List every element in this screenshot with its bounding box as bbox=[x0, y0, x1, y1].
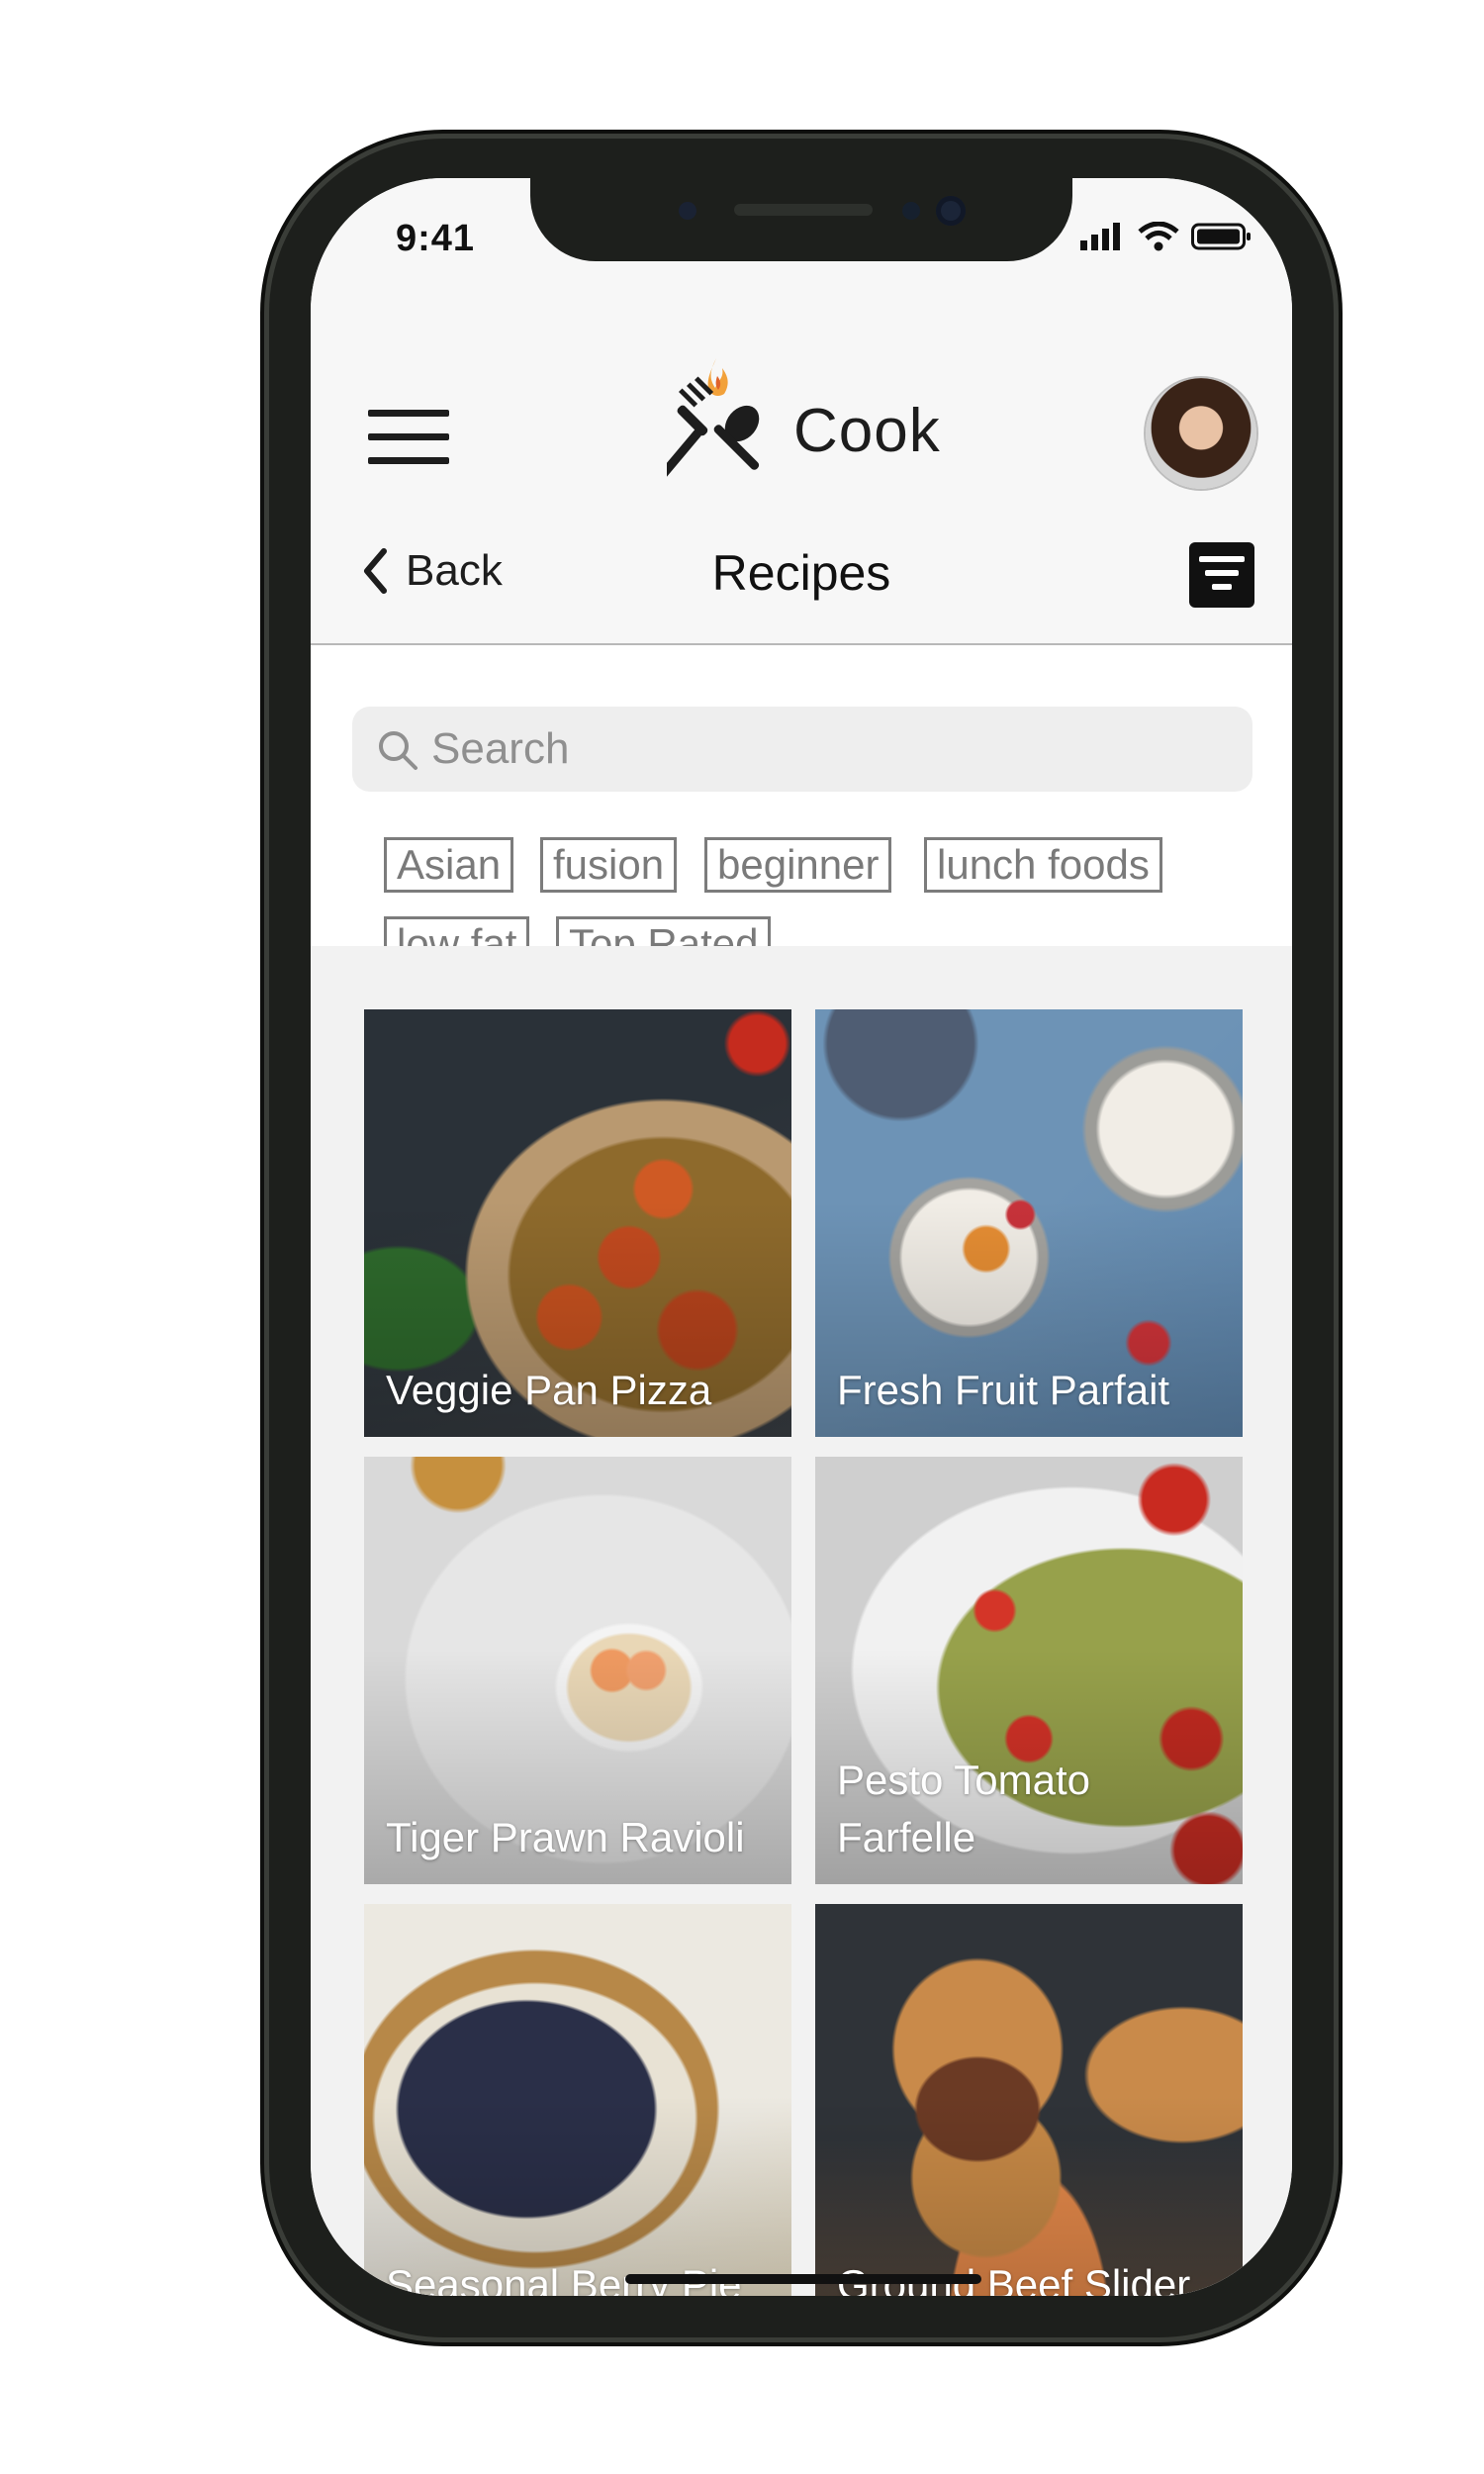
search-input[interactable] bbox=[431, 707, 1223, 792]
recipe-title: Veggie Pan Pizza bbox=[386, 1367, 712, 1413]
navigation-bar: Back Recipes bbox=[311, 515, 1292, 643]
recipe-card[interactable]: Ground Beef Slider bbox=[815, 1904, 1243, 2296]
search-icon bbox=[379, 731, 417, 770]
hamburger-menu-icon[interactable] bbox=[368, 410, 449, 465]
recipe-card[interactable]: Tiger Prawn Ravioli bbox=[364, 1457, 791, 1884]
tag-chip[interactable]: Asian bbox=[384, 837, 514, 893]
search-bar[interactable] bbox=[352, 707, 1252, 792]
camera-notch bbox=[530, 178, 1072, 261]
recipe-card[interactable]: Seasonal Berry Pie bbox=[364, 1904, 791, 2296]
page-title: Recipes bbox=[711, 545, 891, 601]
recipe-title: Tiger Prawn Ravioli bbox=[386, 1814, 745, 1860]
device-mockup: 9:41 Cook Back Recipes Search Asian fusi… bbox=[0, 0, 1484, 2474]
app-logo: Cook bbox=[667, 356, 1003, 495]
filter-icon-bar bbox=[1205, 570, 1239, 576]
signal-icon bbox=[1080, 223, 1120, 250]
recipe-card[interactable]: Veggie Pan Pizza bbox=[364, 1009, 791, 1437]
battery-icon bbox=[1191, 223, 1251, 250]
earpiece-speaker bbox=[734, 204, 873, 216]
recipe-card[interactable]: Pesto Tomato Farfelle bbox=[815, 1457, 1243, 1884]
app-name: Cook bbox=[793, 397, 941, 465]
fork-spoon-flame-icon bbox=[667, 358, 760, 485]
tag-chip[interactable]: lunch foods bbox=[924, 837, 1162, 893]
sensor-icon bbox=[902, 202, 920, 220]
front-camera-icon bbox=[936, 196, 966, 226]
tag-chip[interactable]: fusion bbox=[540, 837, 678, 893]
home-indicator[interactable] bbox=[625, 2274, 981, 2284]
recipe-title: Fresh Fruit Parfait bbox=[837, 1367, 1170, 1413]
status-icons bbox=[1080, 222, 1252, 251]
recipe-grid: Veggie Pan Pizza Fresh Fruit Parfait Tig… bbox=[311, 946, 1292, 2296]
phone-screen: 9:41 Cook Back Recipes Search Asian fusi… bbox=[311, 178, 1292, 2296]
recipe-card[interactable]: Fresh Fruit Parfait bbox=[815, 1009, 1243, 1437]
recipe-title: Pesto Tomato Farfelle bbox=[837, 1757, 1091, 1860]
wifi-icon bbox=[1138, 222, 1179, 251]
sensor-icon bbox=[679, 202, 696, 220]
filter-icon bbox=[1199, 556, 1245, 562]
filter-button[interactable] bbox=[1189, 542, 1254, 608]
filter-icon-bar bbox=[1212, 584, 1232, 590]
tag-chip[interactable]: beginner bbox=[704, 837, 892, 893]
status-time: 9:41 bbox=[396, 218, 476, 259]
user-avatar[interactable] bbox=[1146, 378, 1256, 489]
